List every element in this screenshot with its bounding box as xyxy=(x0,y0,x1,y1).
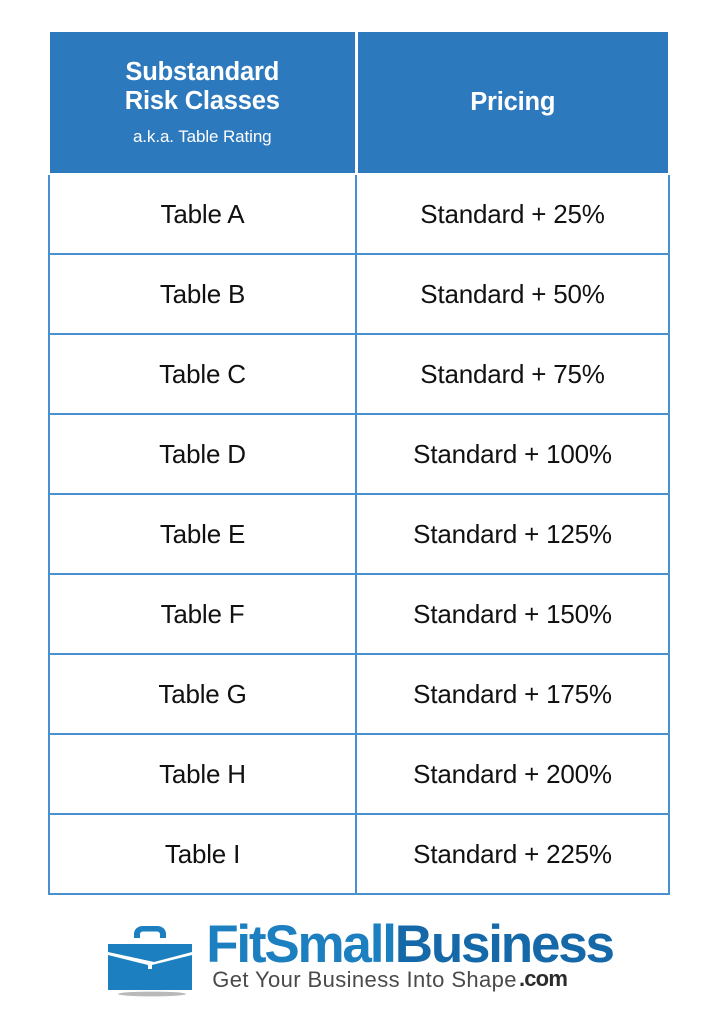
table-header: Substandard Risk Classes a.k.a. Table Ra… xyxy=(48,30,670,175)
logo-tagline: Get Your Business Into Shape xyxy=(212,967,517,993)
table-header-row: Substandard Risk Classes a.k.a. Table Ra… xyxy=(48,30,670,175)
cell-risk-class: Table G xyxy=(48,653,357,735)
cell-risk-class: Table D xyxy=(48,413,357,495)
column-header-risk-classes: Substandard Risk Classes a.k.a. Table Ra… xyxy=(48,30,358,175)
pricing-title: Pricing xyxy=(470,88,556,116)
table-rating-infographic: Substandard Risk Classes a.k.a. Table Ra… xyxy=(0,0,717,1024)
cell-pricing: Standard + 125% xyxy=(355,493,670,575)
substandard-risk-class-pricing-table: Substandard Risk Classes a.k.a. Table Ra… xyxy=(48,30,670,895)
cell-risk-class: Table F xyxy=(48,573,357,655)
risk-classes-title: Substandard Risk Classes xyxy=(50,58,355,115)
table-row: Table A Standard + 25% xyxy=(48,173,670,255)
risk-classes-title-line2: Risk Classes xyxy=(124,87,280,115)
risk-classes-title-line1: Substandard xyxy=(125,58,280,87)
table-row: Table H Standard + 200% xyxy=(48,733,670,815)
cell-pricing: Standard + 150% xyxy=(355,573,670,655)
cell-risk-class: Table A xyxy=(48,173,357,255)
cell-pricing: Standard + 175% xyxy=(355,653,670,735)
table-row: Table I Standard + 225% xyxy=(48,813,670,895)
briefcase-icon xyxy=(108,926,193,997)
cell-risk-class: Table I xyxy=(48,813,357,895)
cell-pricing: Standard + 225% xyxy=(355,813,670,895)
logo-tagline-row: Get Your Business Into Shape .com xyxy=(206,966,613,994)
logo-word-block: FitSmallBusiness Get Your Business Into … xyxy=(206,918,615,994)
cell-risk-class: Table H xyxy=(48,733,357,815)
column-header-pricing: Pricing xyxy=(354,30,670,175)
cell-risk-class: Table C xyxy=(48,333,357,415)
logo-wordmark: FitSmallBusiness xyxy=(206,918,615,971)
fitsmallbusiness-logo: FitSmallBusiness Get Your Business Into … xyxy=(0,918,717,1010)
table-row: Table C Standard + 75% xyxy=(48,333,670,415)
table-body: Table A Standard + 25% Table B Standard + 5… xyxy=(48,173,670,895)
table-row: Table G Standard + 175% xyxy=(48,653,670,735)
logo-tld: .com xyxy=(518,966,568,992)
cell-pricing: Standard + 75% xyxy=(355,333,670,415)
logo-brand-part1: FitSmall xyxy=(206,915,397,974)
logo-inner: FitSmallBusiness Get Your Business Into … xyxy=(104,918,615,998)
cell-risk-class: Table E xyxy=(48,493,357,575)
logo-brand-part2: Business xyxy=(394,915,615,974)
cell-risk-class: Table B xyxy=(48,253,357,335)
risk-classes-subtitle: a.k.a. Table Rating xyxy=(132,126,272,146)
cell-pricing: Standard + 100% xyxy=(355,413,670,495)
cell-pricing: Standard + 50% xyxy=(355,253,670,335)
cell-pricing: Standard + 200% xyxy=(355,733,670,815)
cell-pricing: Standard + 25% xyxy=(355,173,670,255)
table-row: Table E Standard + 125% xyxy=(48,493,670,575)
table-row: Table B Standard + 50% xyxy=(48,253,670,335)
logo-word-row: FitSmallBusiness xyxy=(206,918,615,971)
table-row: Table F Standard + 150% xyxy=(48,573,670,655)
table-row: Table D Standard + 100% xyxy=(48,413,670,495)
